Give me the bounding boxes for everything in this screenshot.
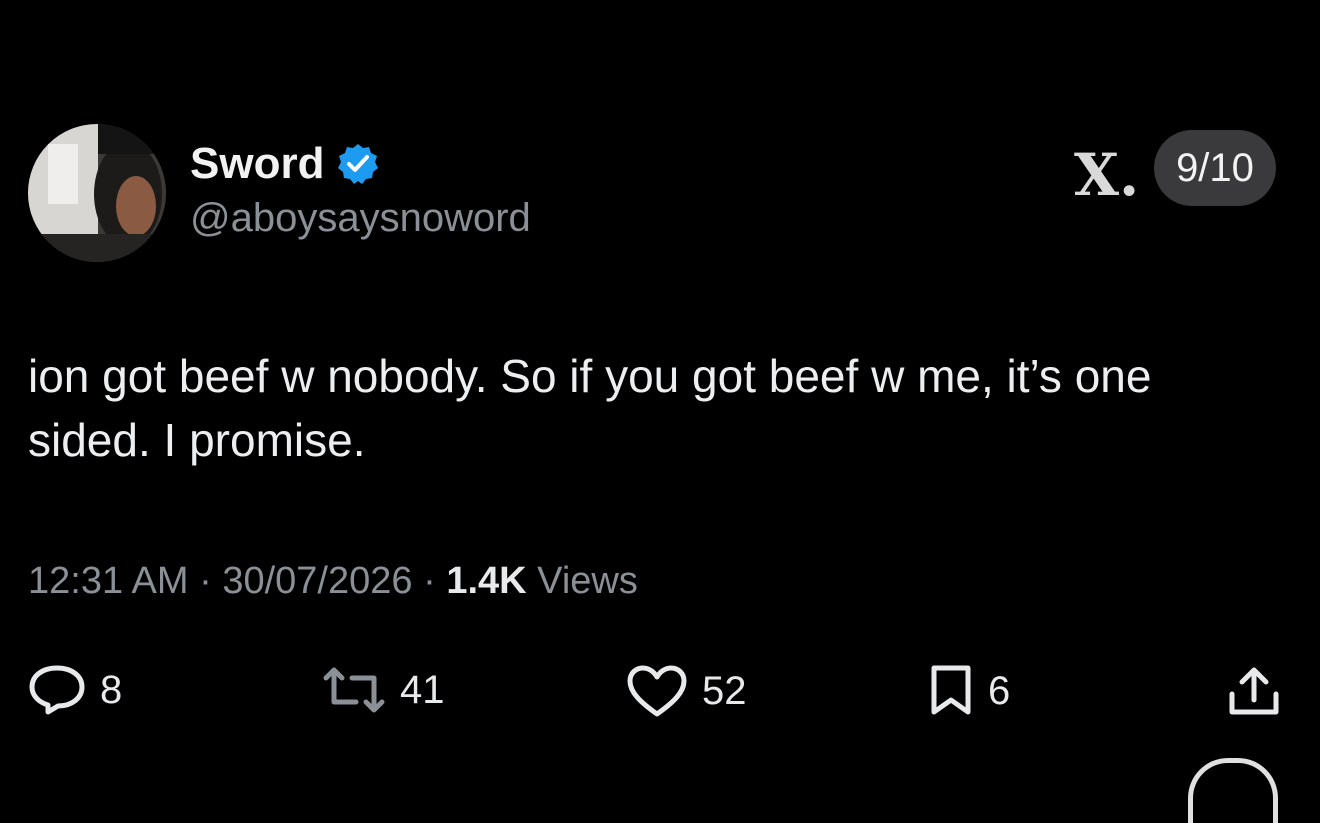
tweet-date[interactable]: 30/07/2026 [222,560,412,602]
repost-count: 41 [400,668,445,712]
like-button[interactable]: 52 [626,664,747,718]
avatar[interactable] [28,124,166,262]
reply-count: 8 [100,668,123,712]
page-counter-badge: 9/10 [1154,130,1276,206]
tweet-time[interactable]: 12:31 AM [28,560,189,602]
bookmark-count: 6 [988,669,1011,713]
share-icon [1229,667,1279,715]
author-display-name[interactable]: Sword [190,142,324,186]
page-counter-text: 9/10 [1176,145,1254,190]
meta-separator: · [423,560,436,602]
verified-badge-icon[interactable] [336,142,380,186]
share-button[interactable] [1226,664,1282,720]
bookmark-icon [931,665,971,715]
heart-icon [627,665,687,717]
reply-icon [29,665,85,715]
bookmark-button[interactable]: 6 [928,664,1010,718]
views-label: Views [537,560,638,602]
tweet-text: ion got beef w nobody. So if you got bee… [28,350,1152,466]
x-logo: X. [1074,146,1139,204]
x-logo-text: X. [1074,141,1140,209]
like-count: 52 [702,669,747,713]
repost-button[interactable]: 41 [322,664,445,716]
repost-icon [323,667,385,713]
tweet-meta: 12:31 AM · 30/07/2026 · 1.4K Views [28,562,638,600]
author-name-row[interactable]: Sword [190,142,380,186]
author-handle[interactable]: @aboysaysnoword [190,198,531,238]
views-count: 1.4K [446,560,527,602]
avatar-image [28,124,166,262]
reply-button[interactable]: 8 [28,664,122,716]
partial-heart-icon [1188,758,1278,823]
meta-separator: · [199,560,212,602]
